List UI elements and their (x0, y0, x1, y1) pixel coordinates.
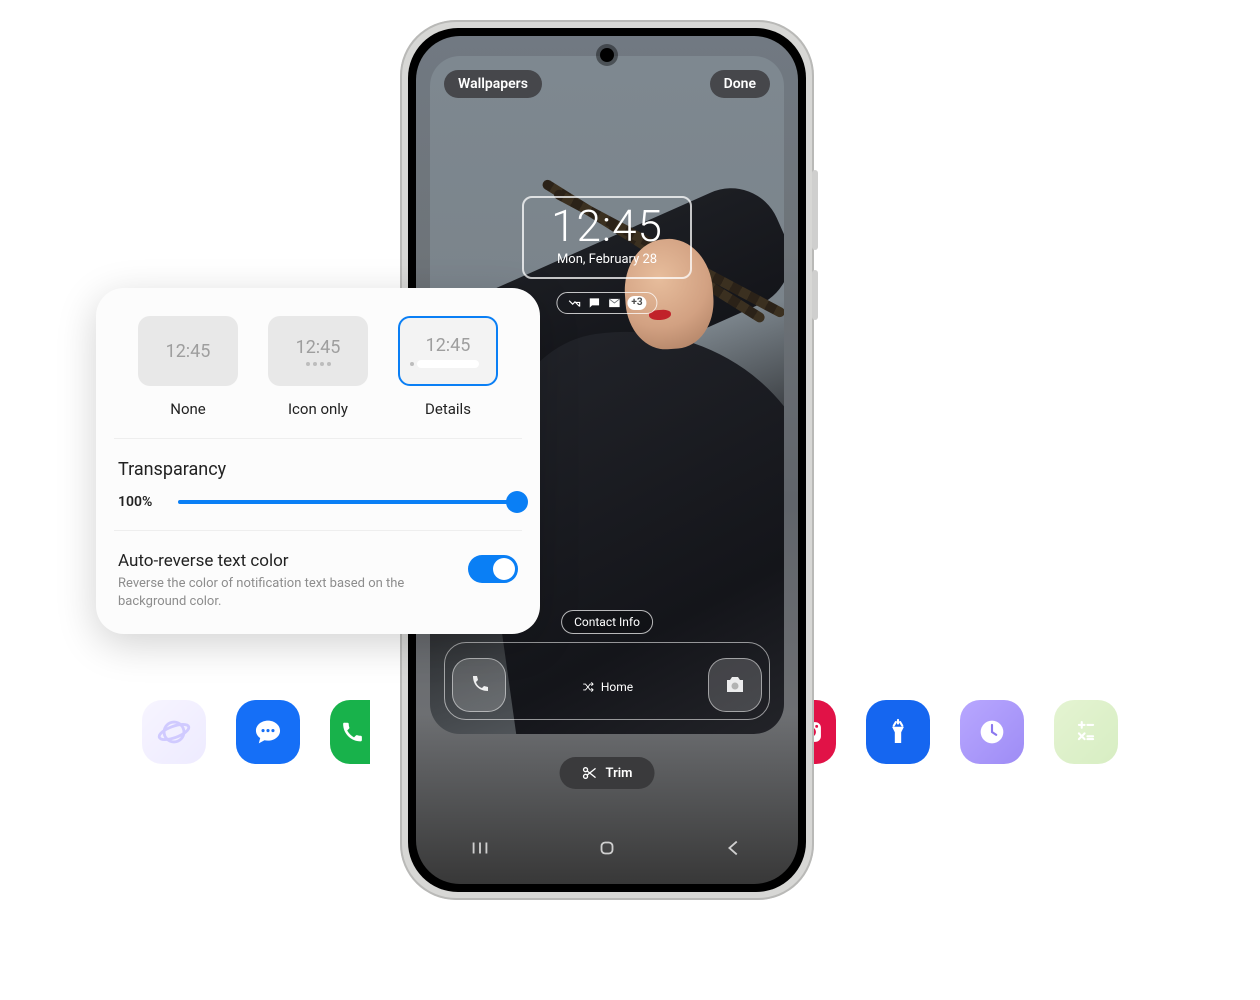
slider-thumb-icon[interactable] (506, 491, 528, 513)
notification-overflow-badge: +3 (627, 296, 646, 310)
android-navbar (416, 837, 798, 859)
phone-icon (467, 673, 491, 697)
auto-reverse-title: Auto-reverse text color (118, 551, 452, 571)
contact-info-button[interactable]: Contact Info (561, 610, 653, 634)
calculator-icon (1069, 715, 1103, 749)
camera-icon (723, 673, 747, 697)
wallpapers-button[interactable]: Wallpapers (444, 70, 542, 98)
clock-time: 12:45 (546, 204, 668, 248)
flashlight-icon (881, 715, 915, 749)
shortcut-phone[interactable] (452, 658, 506, 712)
volume-rocker (812, 170, 818, 250)
done-button[interactable]: Done (710, 70, 770, 98)
option-label: None (124, 400, 252, 418)
home-indicator[interactable]: Home (581, 680, 633, 694)
app-calculator (1054, 700, 1118, 764)
trim-label: Trim (606, 766, 633, 781)
mail-icon (607, 296, 621, 310)
app-phone-partial (330, 700, 370, 764)
clock-date: Mon, February 28 (546, 252, 668, 267)
home-icon[interactable] (596, 837, 618, 859)
option-icon-only[interactable]: 12:45 Icon only (254, 316, 382, 418)
auto-reverse-desc: Reverse the color of notification text b… (118, 575, 452, 610)
app-internet (142, 700, 206, 764)
notification-settings-popover: 12:45 None 12:45 Icon only 12:45 Details… (96, 288, 540, 634)
trim-button[interactable]: Trim (560, 757, 655, 789)
option-label: Icon only (254, 400, 382, 418)
transparency-title: Transparancy (118, 459, 518, 480)
scissors-icon (582, 765, 598, 781)
transparency-slider[interactable]: 100% (118, 494, 518, 510)
app-clock (960, 700, 1024, 764)
option-details[interactable]: 12:45 Details (384, 316, 512, 418)
option-label: Details (384, 400, 512, 418)
phone-icon (340, 715, 370, 749)
app-messages (236, 700, 300, 764)
app-flashlight (866, 700, 930, 764)
shuffle-icon (581, 680, 595, 694)
chat-bubble-icon (251, 715, 285, 749)
power-button (812, 270, 818, 320)
auto-reverse-toggle[interactable] (468, 555, 518, 583)
back-icon[interactable] (723, 837, 745, 859)
transparency-value: 100% (118, 494, 162, 510)
home-label: Home (601, 680, 633, 694)
front-camera-icon (600, 48, 614, 62)
notification-pill[interactable]: +3 (556, 292, 657, 314)
clock-icon (975, 715, 1009, 749)
option-none[interactable]: 12:45 None (124, 316, 252, 418)
shortcut-camera[interactable] (708, 658, 762, 712)
planet-icon (157, 715, 191, 749)
clock-widget[interactable]: 12:45 Mon, February 28 (522, 196, 692, 279)
recents-icon[interactable] (469, 837, 491, 859)
missed-call-icon (567, 296, 581, 310)
message-icon (587, 296, 601, 310)
